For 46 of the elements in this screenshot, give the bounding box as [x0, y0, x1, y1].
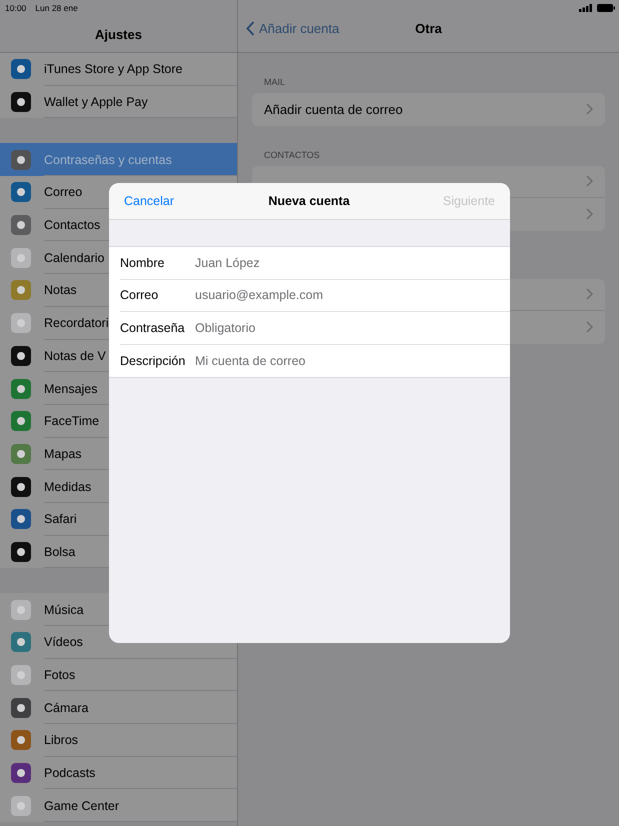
sidebar-item[interactable]: Música	[44, 602, 84, 617]
field-label: Correo	[120, 288, 160, 302]
status-time: 10:00	[5, 3, 26, 15]
sidebar-item[interactable]: FaceTime	[44, 414, 100, 428]
status-date: Lun 28 ene	[35, 3, 78, 15]
sidebar-item[interactable]: Libros	[44, 733, 78, 748]
sidebar-item[interactable]: iTunes Store y App Store	[44, 62, 183, 76]
battery-icon	[597, 4, 615, 12]
chevron-right-icon	[586, 288, 593, 300]
section-header: MAIL	[264, 77, 286, 87]
sidebar-item[interactable]: Contactos	[44, 218, 100, 232]
input-field[interactable]: Obligatorio	[195, 320, 500, 335]
sidebar-item[interactable]: Mapas	[44, 446, 82, 461]
sidebar-item[interactable]: Notas	[44, 283, 77, 298]
row-label[interactable]: Añadir cuenta de correo	[264, 102, 403, 117]
sidebar-item[interactable]: Fotos	[44, 668, 76, 682]
chevron-right-icon	[586, 208, 593, 220]
input-field[interactable]: Mi cuenta de correo	[195, 354, 500, 368]
sidebar-item[interactable]: Vídeos	[44, 635, 83, 650]
sidebar-item[interactable]: Notas de V	[44, 348, 106, 363]
sidebar-item[interactable]: Podcasts	[44, 766, 96, 780]
sidebar-title: Ajustes	[94, 27, 143, 42]
chevron-left-icon	[246, 20, 255, 36]
sidebar-item[interactable]: Wallet y Apple Pay	[44, 95, 148, 110]
input-field[interactable]: usuario@example.com	[195, 288, 500, 302]
sidebar-item[interactable]: Safari	[44, 512, 77, 526]
chevron-right-icon	[586, 103, 593, 116]
modal-title: Nueva cuenta	[267, 194, 351, 208]
field-label: Nombre	[120, 256, 166, 270]
page-title: Otra	[414, 20, 443, 36]
chevron-right-icon	[586, 321, 593, 334]
field-label: Contraseña	[120, 320, 186, 335]
sidebar-item[interactable]: Recordatori	[44, 316, 109, 330]
sidebar-item[interactable]: Game Center	[44, 798, 120, 813]
sidebar-item[interactable]: Calendario	[44, 250, 104, 265]
chevron-right-icon	[586, 175, 593, 188]
signal-icon	[579, 4, 593, 12]
cancel-button[interactable]: Cancelar	[124, 194, 174, 208]
sidebar-item[interactable]: Bolsa	[44, 544, 76, 559]
sidebar-item[interactable]: Mensajes	[44, 382, 98, 396]
sidebar-item[interactable]: Medidas	[44, 480, 92, 494]
field-label: Descripción	[120, 354, 186, 368]
input-field[interactable]: Juan López	[195, 256, 500, 270]
section-header: CONTACTOS	[264, 150, 320, 160]
sidebar-item[interactable]: Cámara	[44, 700, 88, 715]
sidebar-item[interactable]: Correo	[44, 185, 82, 200]
